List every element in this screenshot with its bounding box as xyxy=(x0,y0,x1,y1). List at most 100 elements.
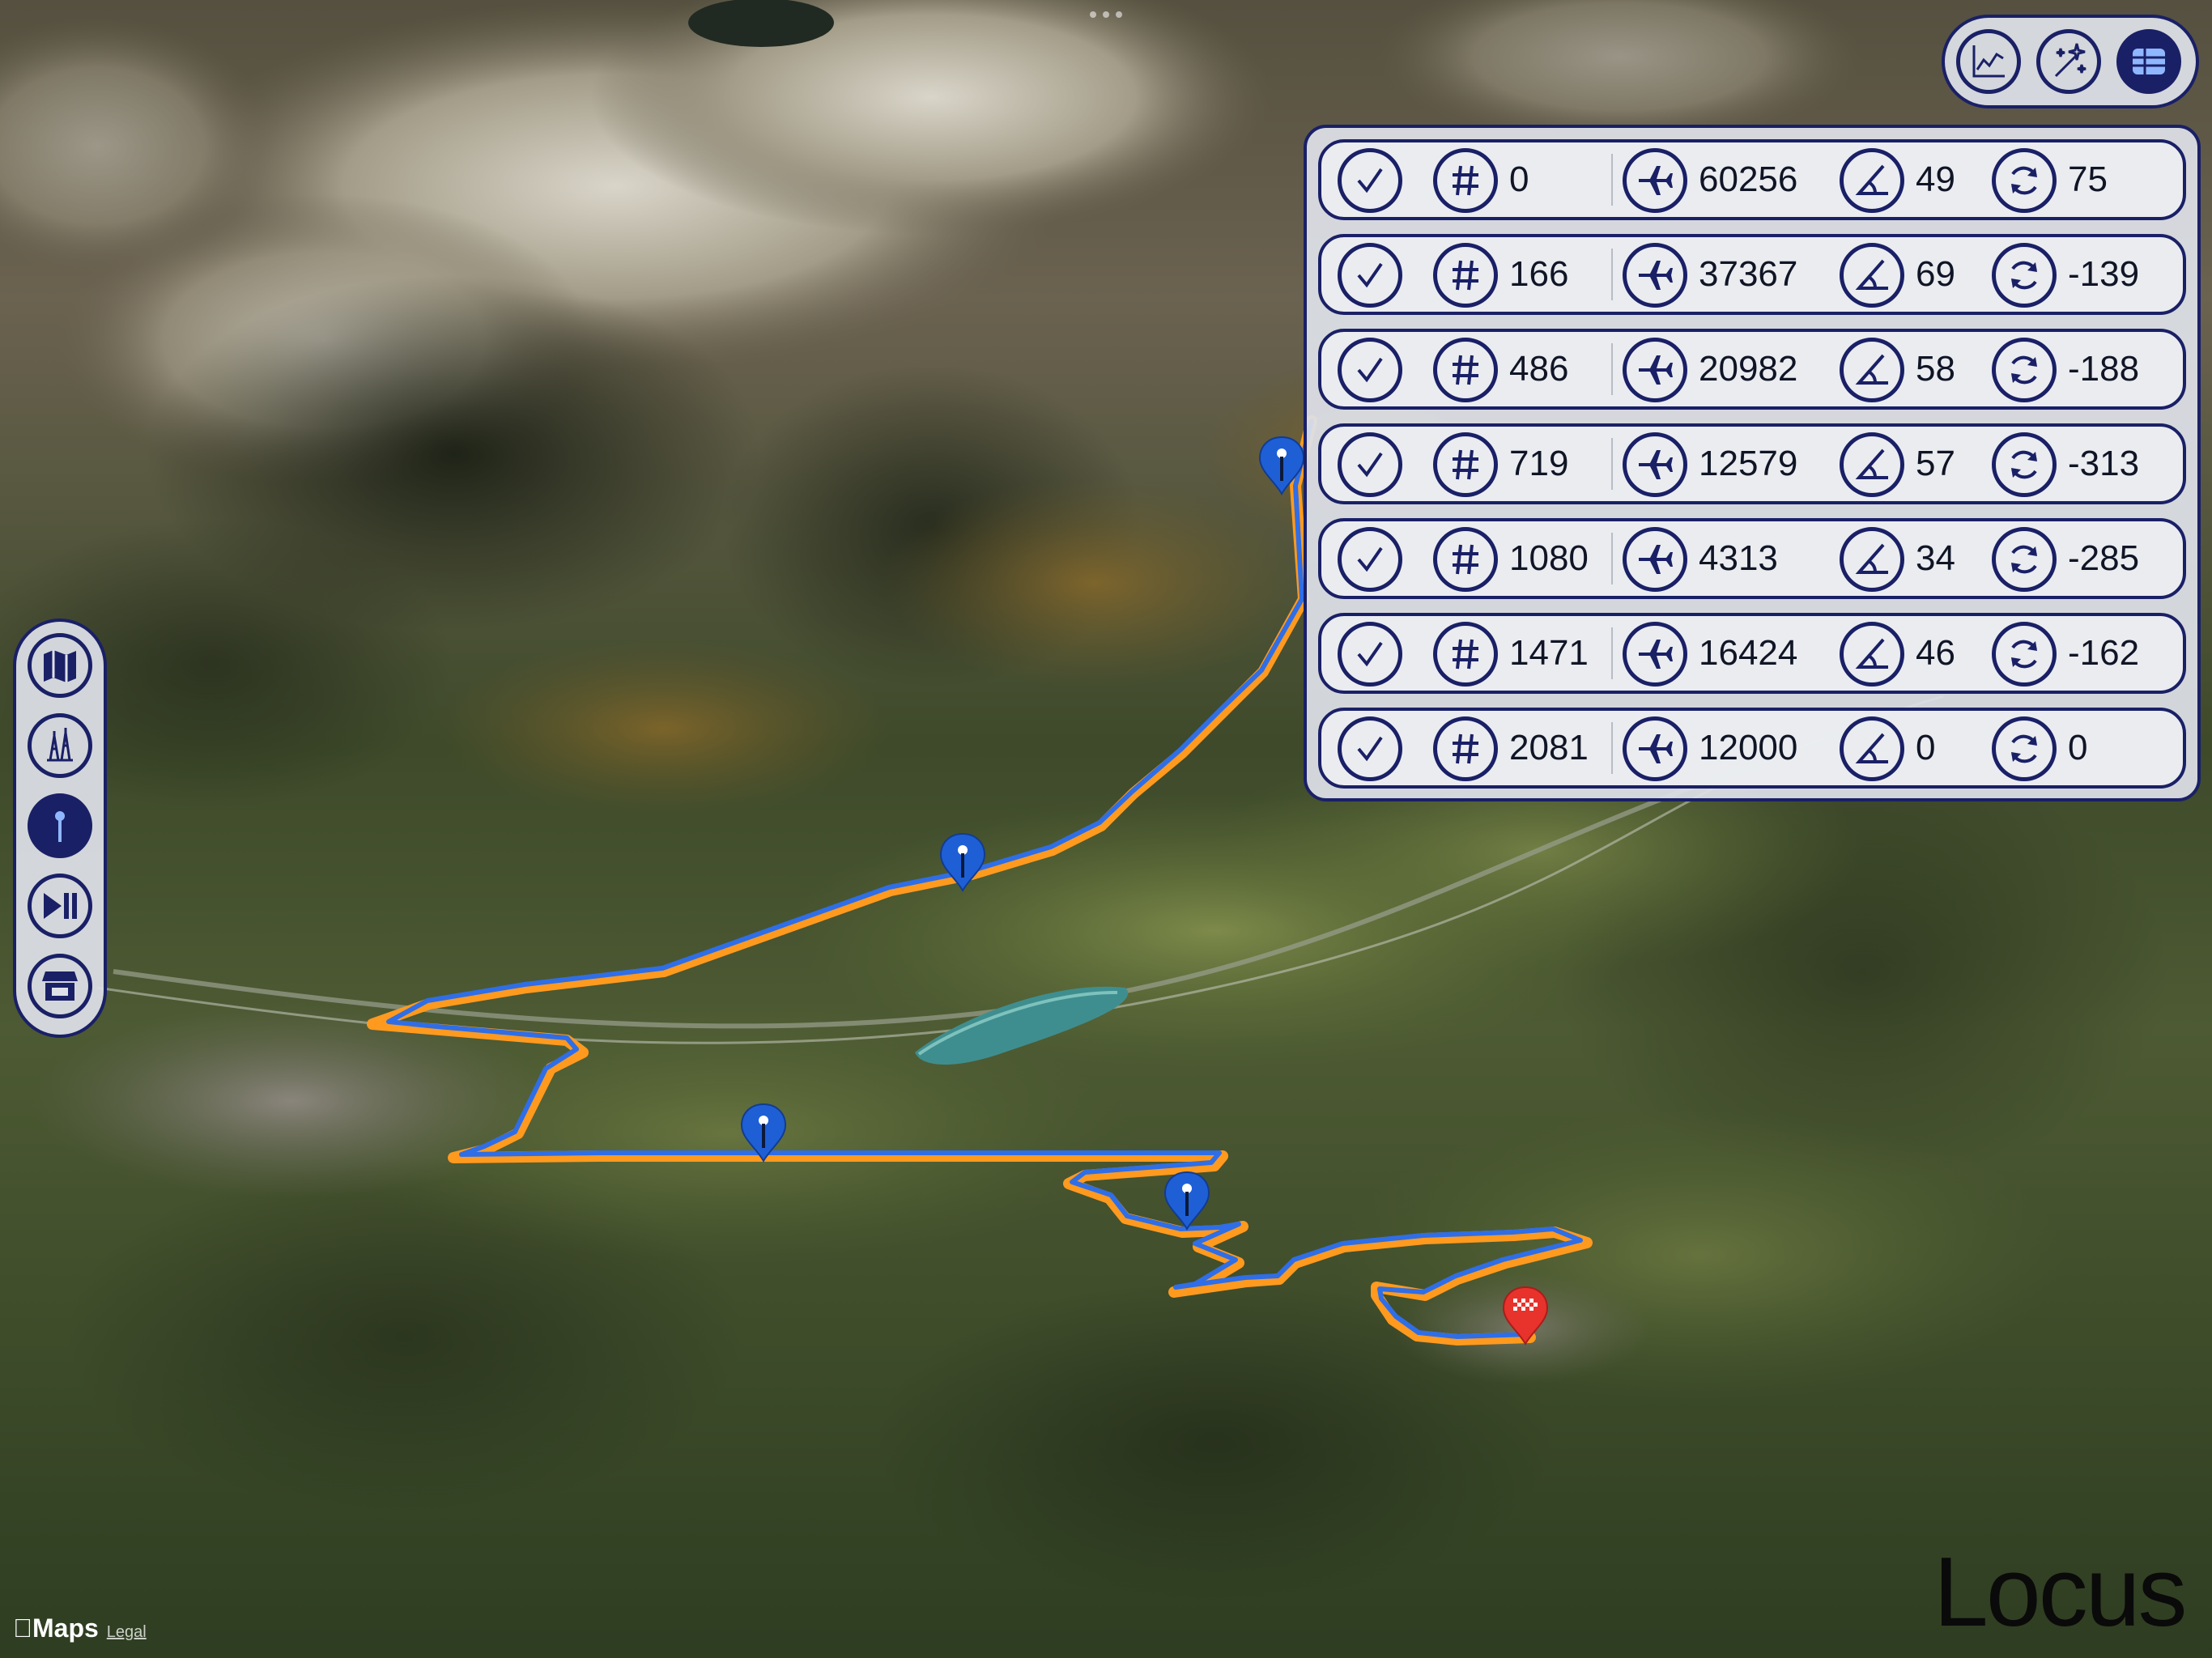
airplane-icon xyxy=(1623,432,1687,497)
airplane-icon xyxy=(1623,243,1687,308)
index-value: 719 xyxy=(1509,444,1569,483)
select-checkbox[interactable] xyxy=(1338,243,1402,308)
waypoint-pin-icon[interactable] xyxy=(1163,1171,1210,1231)
storefront-icon xyxy=(42,971,78,1001)
angle-icon xyxy=(1840,338,1904,402)
pitch-value: 46 xyxy=(1916,633,1955,673)
app-logo: Locus xyxy=(1933,1537,2188,1647)
rotate-icon xyxy=(1992,148,2057,213)
waypoints-button[interactable] xyxy=(28,793,92,858)
pitch-value: 57 xyxy=(1916,444,1955,483)
pitch-value: 58 xyxy=(1916,349,1955,389)
angle-icon xyxy=(1840,243,1904,308)
heading-value: 75 xyxy=(2068,159,2108,199)
pitch-value: 34 xyxy=(1916,538,1955,578)
top-toolbar xyxy=(1942,15,2199,108)
table-icon xyxy=(2133,49,2165,74)
table-button[interactable] xyxy=(2116,29,2181,94)
column-divider xyxy=(1611,627,1613,679)
store-button[interactable] xyxy=(28,954,92,1018)
distance-value: 12000 xyxy=(1699,728,1798,767)
sparkles-icon xyxy=(2054,43,2087,78)
column-divider xyxy=(1611,343,1613,395)
rotate-icon xyxy=(1992,716,2057,781)
distance-value: 60256 xyxy=(1699,159,1798,199)
altitude-profile-button[interactable] xyxy=(28,713,92,778)
select-checkbox[interactable] xyxy=(1338,527,1402,592)
angle-icon xyxy=(1840,527,1904,592)
select-checkbox[interactable] xyxy=(1338,338,1402,402)
column-divider xyxy=(1611,722,1613,774)
legal-link[interactable]: Legal xyxy=(107,1623,147,1642)
map-view-button[interactable] xyxy=(28,633,92,698)
table-row[interactable]: 719 12579 57 -313 xyxy=(1318,423,2186,504)
table-row[interactable]: 166 37367 69 -139 xyxy=(1318,234,2186,315)
heading-value: -313 xyxy=(2068,444,2140,483)
rotate-icon xyxy=(1992,243,2057,308)
hash-icon xyxy=(1433,716,1498,781)
table-row[interactable]: 0 60256 49 75 xyxy=(1318,139,2186,220)
playback-button[interactable] xyxy=(28,874,92,938)
rotate-icon xyxy=(1992,622,2057,687)
distance-value: 12579 xyxy=(1699,444,1798,483)
table-row[interactable]: 2081 12000 0 0 xyxy=(1318,708,2186,789)
multitasking-indicator[interactable] xyxy=(1090,11,1122,18)
airplane-icon xyxy=(1623,622,1687,687)
column-divider xyxy=(1611,249,1613,300)
table-row[interactable]: 1471 16424 46 -162 xyxy=(1318,613,2186,694)
rotate-icon xyxy=(1992,338,2057,402)
heading-value: -188 xyxy=(2068,349,2140,389)
rotate-icon xyxy=(1992,527,2057,592)
hash-icon xyxy=(1433,622,1498,687)
rotate-icon xyxy=(1992,432,2057,497)
distance-value: 37367 xyxy=(1699,254,1798,294)
select-checkbox[interactable] xyxy=(1338,148,1402,213)
angle-icon xyxy=(1840,622,1904,687)
select-checkbox[interactable] xyxy=(1338,716,1402,781)
map-icon xyxy=(44,650,76,682)
hash-icon xyxy=(1433,243,1498,308)
waypoint-table: 0 60256 49 75 166 37367 69 -139 486 2098… xyxy=(1304,125,2201,801)
distance-value: 4313 xyxy=(1699,538,1778,578)
antenna-tower-icon xyxy=(47,728,73,762)
angle-icon xyxy=(1840,148,1904,213)
apple-maps-logo: Maps xyxy=(13,1613,99,1643)
heading-value: -162 xyxy=(2068,633,2140,673)
select-checkbox[interactable] xyxy=(1338,432,1402,497)
effects-button[interactable] xyxy=(2036,29,2101,94)
checkered-flag-pin-icon[interactable] xyxy=(1502,1286,1549,1346)
hash-icon xyxy=(1433,338,1498,402)
index-value: 0 xyxy=(1509,159,1529,199)
distance-value: 20982 xyxy=(1699,349,1798,389)
checkmark-icon xyxy=(1357,736,1383,762)
table-row[interactable]: 486 20982 58 -188 xyxy=(1318,329,2186,410)
hash-icon xyxy=(1433,527,1498,592)
heading-value: -285 xyxy=(2068,538,2140,578)
airplane-icon xyxy=(1623,716,1687,781)
column-divider xyxy=(1611,533,1613,585)
checkmark-icon xyxy=(1357,452,1383,478)
chart-button[interactable] xyxy=(1956,29,2021,94)
pitch-value: 69 xyxy=(1916,254,1955,294)
index-value: 166 xyxy=(1509,254,1569,294)
waypoint-pin-icon[interactable] xyxy=(1258,436,1305,496)
angle-icon xyxy=(1840,716,1904,781)
airplane-icon xyxy=(1623,338,1687,402)
airplane-icon xyxy=(1623,148,1687,213)
select-checkbox[interactable] xyxy=(1338,622,1402,687)
waypoint-pin-icon[interactable] xyxy=(939,832,986,893)
maps-attribution: Maps Legal xyxy=(13,1613,147,1643)
checkmark-icon xyxy=(1357,262,1383,288)
line-chart-icon xyxy=(1972,45,2005,78)
column-divider xyxy=(1611,438,1613,490)
airplane-icon xyxy=(1623,527,1687,592)
heading-value: -139 xyxy=(2068,254,2140,294)
checkmark-icon xyxy=(1357,546,1383,572)
apple-logo-icon:  xyxy=(13,1613,32,1643)
table-row[interactable]: 1080 4313 34 -285 xyxy=(1318,518,2186,599)
left-toolbar xyxy=(13,619,107,1038)
checkmark-icon xyxy=(1357,641,1383,667)
hash-icon xyxy=(1433,432,1498,497)
play-pause-icon xyxy=(44,893,77,919)
waypoint-pin-icon[interactable] xyxy=(740,1103,787,1163)
